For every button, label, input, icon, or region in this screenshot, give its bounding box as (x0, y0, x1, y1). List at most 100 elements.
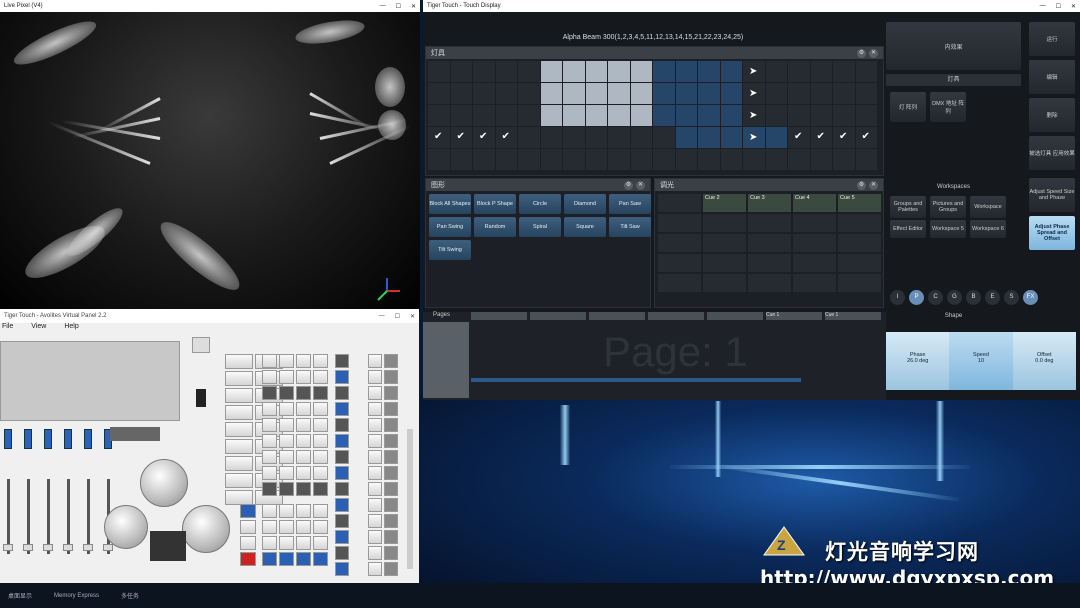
panel-key[interactable] (335, 418, 349, 432)
playback-tab[interactable] (471, 312, 527, 320)
panel-key[interactable] (368, 450, 382, 464)
playback-tab[interactable] (707, 312, 763, 320)
panel-key[interactable] (335, 482, 349, 496)
panel-key[interactable] (225, 422, 253, 437)
fixture-tile[interactable] (428, 61, 450, 82)
fixture-tile[interactable] (765, 149, 787, 170)
fixture-tile[interactable] (428, 149, 450, 170)
panel-key[interactable] (313, 434, 328, 448)
panel-key[interactable] (240, 536, 256, 550)
fixture-tile[interactable] (653, 149, 675, 170)
live-titlebar[interactable]: Live Pixel (V4) — ☐ ✕ (0, 0, 420, 12)
small-button[interactable] (192, 337, 210, 353)
fixture-tile[interactable] (630, 149, 652, 170)
panel-key[interactable] (313, 466, 328, 480)
fixture-tile[interactable] (540, 127, 562, 148)
panel-key[interactable] (368, 530, 382, 544)
panel-key[interactable] (384, 402, 398, 416)
panel-key[interactable] (225, 354, 253, 369)
menu-help[interactable]: Help (64, 323, 78, 333)
fixture-tile[interactable] (810, 127, 832, 148)
fixture-tile[interactable] (428, 105, 450, 126)
panel-key[interactable] (279, 450, 294, 464)
shape-button-grid[interactable]: Block All Shapes Block P Shape Circle Di… (429, 194, 651, 260)
fixture-tile[interactable] (608, 127, 630, 148)
panel-key[interactable] (335, 530, 349, 544)
panel-key[interactable] (296, 418, 311, 432)
touch-display-window[interactable]: Tiger Touch - Touch Display — ☐ ✕ Alpha Be… (423, 0, 1080, 400)
shape-button[interactable]: Random (474, 217, 516, 237)
fixture-tile[interactable] (675, 127, 697, 148)
fixture-tile[interactable] (495, 83, 517, 104)
panel-key[interactable] (368, 418, 382, 432)
fader-button[interactable] (4, 429, 12, 449)
workspace-button[interactable]: Workspace 5 (930, 220, 966, 238)
cue-slot[interactable] (658, 194, 701, 212)
taskbar-item[interactable]: 多任务 (121, 591, 139, 600)
panel-key[interactable] (296, 354, 311, 368)
taskbar[interactable]: 桌面显示 Memory Express 多任务 (0, 583, 1080, 608)
fixture-tile[interactable] (720, 149, 742, 170)
panel-key[interactable] (225, 405, 253, 420)
fixture-tile[interactable] (833, 105, 855, 126)
fader-knob[interactable] (43, 544, 53, 551)
fixture-tile[interactable] (540, 61, 562, 82)
fixture-tile[interactable] (585, 149, 607, 170)
fixture-tile[interactable] (833, 149, 855, 170)
fader-knob[interactable] (103, 544, 113, 551)
small-button[interactable] (196, 389, 206, 407)
panel-key[interactable] (240, 520, 256, 534)
fixture-tile[interactable] (473, 105, 495, 126)
panel-key[interactable] (279, 402, 294, 416)
panel-key[interactable] (296, 386, 311, 400)
fixture-tile[interactable] (743, 105, 765, 126)
close-icon[interactable]: ✕ (411, 3, 416, 10)
fixture-tile[interactable] (473, 83, 495, 104)
panel-key[interactable] (296, 520, 311, 534)
playback-page-area[interactable]: Pages Cue 1 Cue 1 Page: 1 (423, 312, 886, 400)
fader-knob[interactable] (23, 544, 33, 551)
fixture-tile[interactable] (473, 61, 495, 82)
close-icon[interactable]: ✕ (410, 313, 415, 320)
cue-slot[interactable] (748, 214, 791, 232)
fixture-tile[interactable] (518, 61, 540, 82)
panel-key[interactable] (368, 386, 382, 400)
minimize-icon[interactable]: — (380, 3, 386, 10)
cue-slot[interactable] (658, 254, 701, 272)
panel-key[interactable] (262, 482, 277, 496)
shape-button[interactable]: Diamond (564, 194, 606, 214)
panel-key[interactable] (225, 439, 253, 454)
taskbar-item[interactable]: 桌面显示 (8, 591, 32, 600)
panel-key[interactable] (335, 402, 349, 416)
cue-slot[interactable] (658, 274, 701, 292)
fixture-tile[interactable] (563, 83, 585, 104)
fixture-tile[interactable] (563, 105, 585, 126)
panel-key[interactable] (279, 418, 294, 432)
fixture-tile[interactable] (495, 149, 517, 170)
panel-key[interactable] (313, 520, 328, 534)
fixture-tile[interactable] (810, 105, 832, 126)
fixture-tile[interactable] (743, 61, 765, 82)
panel-key[interactable] (384, 498, 398, 512)
panel-key[interactable] (335, 450, 349, 464)
shape-button[interactable]: Spiral (519, 217, 561, 237)
panel-key[interactable] (335, 546, 349, 560)
cue-slot[interactable] (838, 254, 881, 272)
cue-slot[interactable] (793, 274, 836, 292)
fader-button[interactable] (24, 429, 32, 449)
shape-button[interactable]: Square (564, 217, 606, 237)
cue-panel[interactable]: 调光 ⚙ ✕ Cue 2 Cue 3 Cue 4 Cue 5 (654, 178, 884, 308)
cue-slot[interactable]: Cue 5 (838, 194, 881, 212)
fixture-tile[interactable] (450, 127, 472, 148)
shape-button[interactable]: Tilt Swing (429, 240, 471, 260)
fixture-tile[interactable] (630, 105, 652, 126)
fixture-tile[interactable] (585, 61, 607, 82)
fixture-tile[interactable] (788, 149, 810, 170)
cue-slot[interactable] (658, 234, 701, 252)
panel-key[interactable] (335, 386, 349, 400)
panel-key[interactable] (368, 466, 382, 480)
fixture-tile[interactable] (698, 149, 720, 170)
panel-key[interactable] (313, 418, 328, 432)
fixture-tile[interactable] (608, 83, 630, 104)
effects-column[interactable]: 内效果 灯具 灯 阵列 DMX 地址 阵列 Workspaces Groups … (886, 20, 1076, 390)
